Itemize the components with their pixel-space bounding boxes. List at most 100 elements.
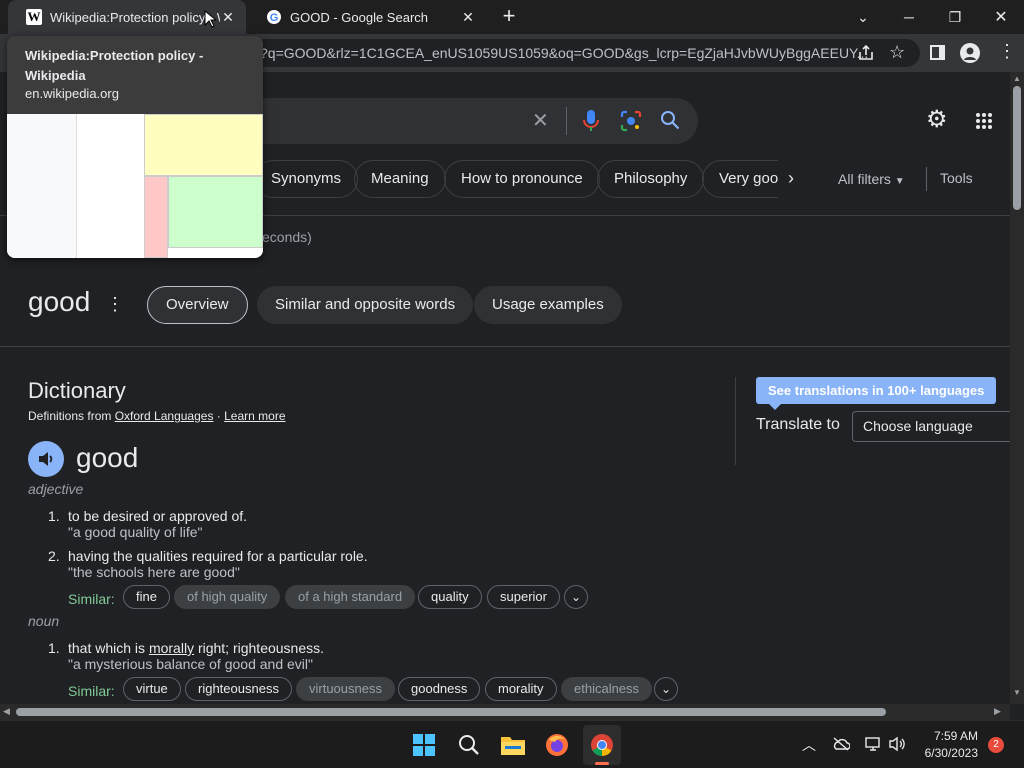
similar-word-chip[interactable]: goodness <box>398 677 481 701</box>
pos-adjective: adjective <box>28 481 84 497</box>
chrome-menu-icon[interactable]: ⋮ <box>998 42 1016 60</box>
preview-cell-green <box>168 176 263 248</box>
volume-icon[interactable] <box>888 736 906 757</box>
preview-cell-yellow <box>144 114 263 176</box>
dropdown-caret-icon: ▼ <box>894 176 905 187</box>
windows-start-icon[interactable] <box>413 734 435 756</box>
firefox-icon[interactable] <box>545 733 569 762</box>
minimize-button[interactable]: ─ <box>886 0 932 34</box>
scroll-up-arrow-icon[interactable]: ▲ <box>1013 74 1021 83</box>
search-submit-icon[interactable] <box>660 110 680 135</box>
chip-how-to-pronounce[interactable]: How to pronounce <box>444 160 600 198</box>
chip-meaning[interactable]: Meaning <box>354 160 446 198</box>
scrollbar-thumb[interactable] <box>16 708 886 716</box>
expand-similar-chevron-icon[interactable]: ⌄ <box>564 585 588 609</box>
pos-noun: noun <box>28 613 60 629</box>
vertical-scrollbar[interactable]: ▲ ▼ <box>1010 72 1024 704</box>
translate-divider <box>735 377 736 465</box>
preview-cell-red <box>144 176 168 258</box>
file-explorer-icon[interactable] <box>500 734 526 761</box>
clear-search-icon[interactable]: ✕ <box>532 108 549 133</box>
similar-label: Similar: <box>68 683 115 699</box>
scroll-down-arrow-icon[interactable]: ▼ <box>1013 688 1021 697</box>
result-stats: econds) <box>262 229 312 245</box>
source-prefix: Definitions from <box>28 409 115 423</box>
tab-google-search[interactable]: G GOOD - Google Search ✕ <box>248 0 486 34</box>
def-text-part: right; righteousness. <box>194 640 325 656</box>
dictionary-heading: Dictionary <box>28 378 126 403</box>
similar-word-chip[interactable]: of high quality <box>174 585 281 609</box>
similar-word-chip[interactable]: virtuousness <box>296 677 395 701</box>
chip-philosophy[interactable]: Philosophy <box>597 160 705 198</box>
speaker-icon <box>39 452 53 466</box>
taskbar-search-icon[interactable] <box>457 733 481 762</box>
tab-overview[interactable]: Overview <box>147 286 248 324</box>
definition-text: that which is morally right; righteousne… <box>68 640 324 656</box>
tab-similar-opposite[interactable]: Similar and opposite words <box>257 286 474 324</box>
scroll-right-arrow-icon[interactable]: ▶ <box>994 706 1001 717</box>
mouse-cursor-icon <box>204 9 218 33</box>
close-tab-icon[interactable]: ✕ <box>460 9 476 25</box>
share-icon[interactable] <box>857 44 875 62</box>
term-word: good <box>28 286 91 317</box>
similar-word-chip[interactable]: morality <box>485 677 557 701</box>
tab-search-chevron-icon[interactable]: ⌄ <box>840 0 886 34</box>
scrollbar-thumb[interactable] <box>1013 86 1021 210</box>
tab-title: Wikipedia:Protection policy - Wi <box>50 9 220 25</box>
profile-avatar-icon[interactable] <box>960 43 980 63</box>
chrome-taskbar-button[interactable] <box>583 725 621 765</box>
term-more-options-icon[interactable]: ⋮ <box>106 294 124 315</box>
source-separator: · <box>213 409 225 423</box>
settings-gear-icon[interactable]: ⚙ <box>926 108 948 132</box>
show-hidden-icons-chevron-icon[interactable]: ︿ <box>802 735 816 755</box>
lens-search-icon[interactable] <box>620 110 642 137</box>
tools-button[interactable]: Tools <box>940 170 973 186</box>
horizontal-scrollbar[interactable]: ◀ ▶ <box>0 704 1010 720</box>
similar-word-chip[interactable]: fine <box>123 585 170 609</box>
tooltip-arrow <box>769 404 781 410</box>
similar-word-chip[interactable]: righteousness <box>185 677 292 701</box>
close-window-button[interactable]: ✕ <box>978 0 1024 34</box>
similar-word-chip[interactable]: virtue <box>123 677 181 701</box>
voice-search-icon[interactable] <box>582 109 600 138</box>
tab-usage-examples[interactable]: Usage examples <box>474 286 622 324</box>
restore-button[interactable]: ❐ <box>932 0 978 34</box>
headword: good <box>76 442 139 473</box>
active-app-indicator <box>595 762 609 765</box>
expand-similar-chevron-icon[interactable]: ⌄ <box>654 677 678 701</box>
morally-link[interactable]: morally <box>149 640 194 656</box>
def-number: 1. <box>48 508 60 524</box>
onedrive-offline-icon[interactable] <box>832 737 851 756</box>
term-divider <box>0 346 1010 347</box>
pronounce-speaker-button[interactable] <box>28 441 64 477</box>
similar-word-chip[interactable]: quality <box>418 585 482 609</box>
clock-date[interactable]: 6/30/2023 <box>910 746 978 760</box>
preview-sidebar <box>7 114 77 258</box>
tab-hover-card: Wikipedia:Protection policy - Wikipedia … <box>7 36 263 258</box>
tab-title: GOOD - Google Search <box>290 9 428 25</box>
notification-badge[interactable]: 2 <box>988 737 1004 753</box>
similar-word-chip[interactable]: of a high standard <box>285 585 416 609</box>
clock-time[interactable]: 7:59 AM <box>916 729 978 743</box>
close-tab-icon[interactable]: ✕ <box>220 9 236 25</box>
definition-example: "a good quality of life" <box>68 524 203 540</box>
bookmark-star-icon[interactable]: ☆ <box>889 42 905 63</box>
all-filters-button[interactable]: All filters ▼ <box>838 171 905 187</box>
chip-very-good[interactable]: Very goo <box>702 160 778 198</box>
network-icon[interactable] <box>864 736 882 757</box>
new-tab-button[interactable]: + <box>498 5 520 28</box>
learn-more-link[interactable]: Learn more <box>224 409 285 423</box>
definition-text: having the qualities required for a part… <box>68 548 368 564</box>
similar-word-chip[interactable]: ethicalness <box>561 677 653 701</box>
side-panel-icon[interactable] <box>930 45 945 60</box>
chip-synonyms[interactable]: Synonyms <box>254 160 359 198</box>
address-bar[interactable]: ?q=GOOD&rlz=1C1GCEA_enUS1059US1059&oq=GO… <box>250 39 920 67</box>
choose-language-select[interactable]: Choose language <box>852 411 1010 442</box>
apps-grid-icon[interactable] <box>975 112 993 130</box>
oxford-languages-link[interactable]: Oxford Languages <box>115 409 214 423</box>
hover-card-preview <box>7 114 263 258</box>
similar-word-chip[interactable]: superior <box>487 585 560 609</box>
chips-next-chevron-icon[interactable]: › <box>788 168 794 189</box>
scroll-left-arrow-icon[interactable]: ◀ <box>3 706 10 717</box>
def-number: 1. <box>48 640 60 656</box>
